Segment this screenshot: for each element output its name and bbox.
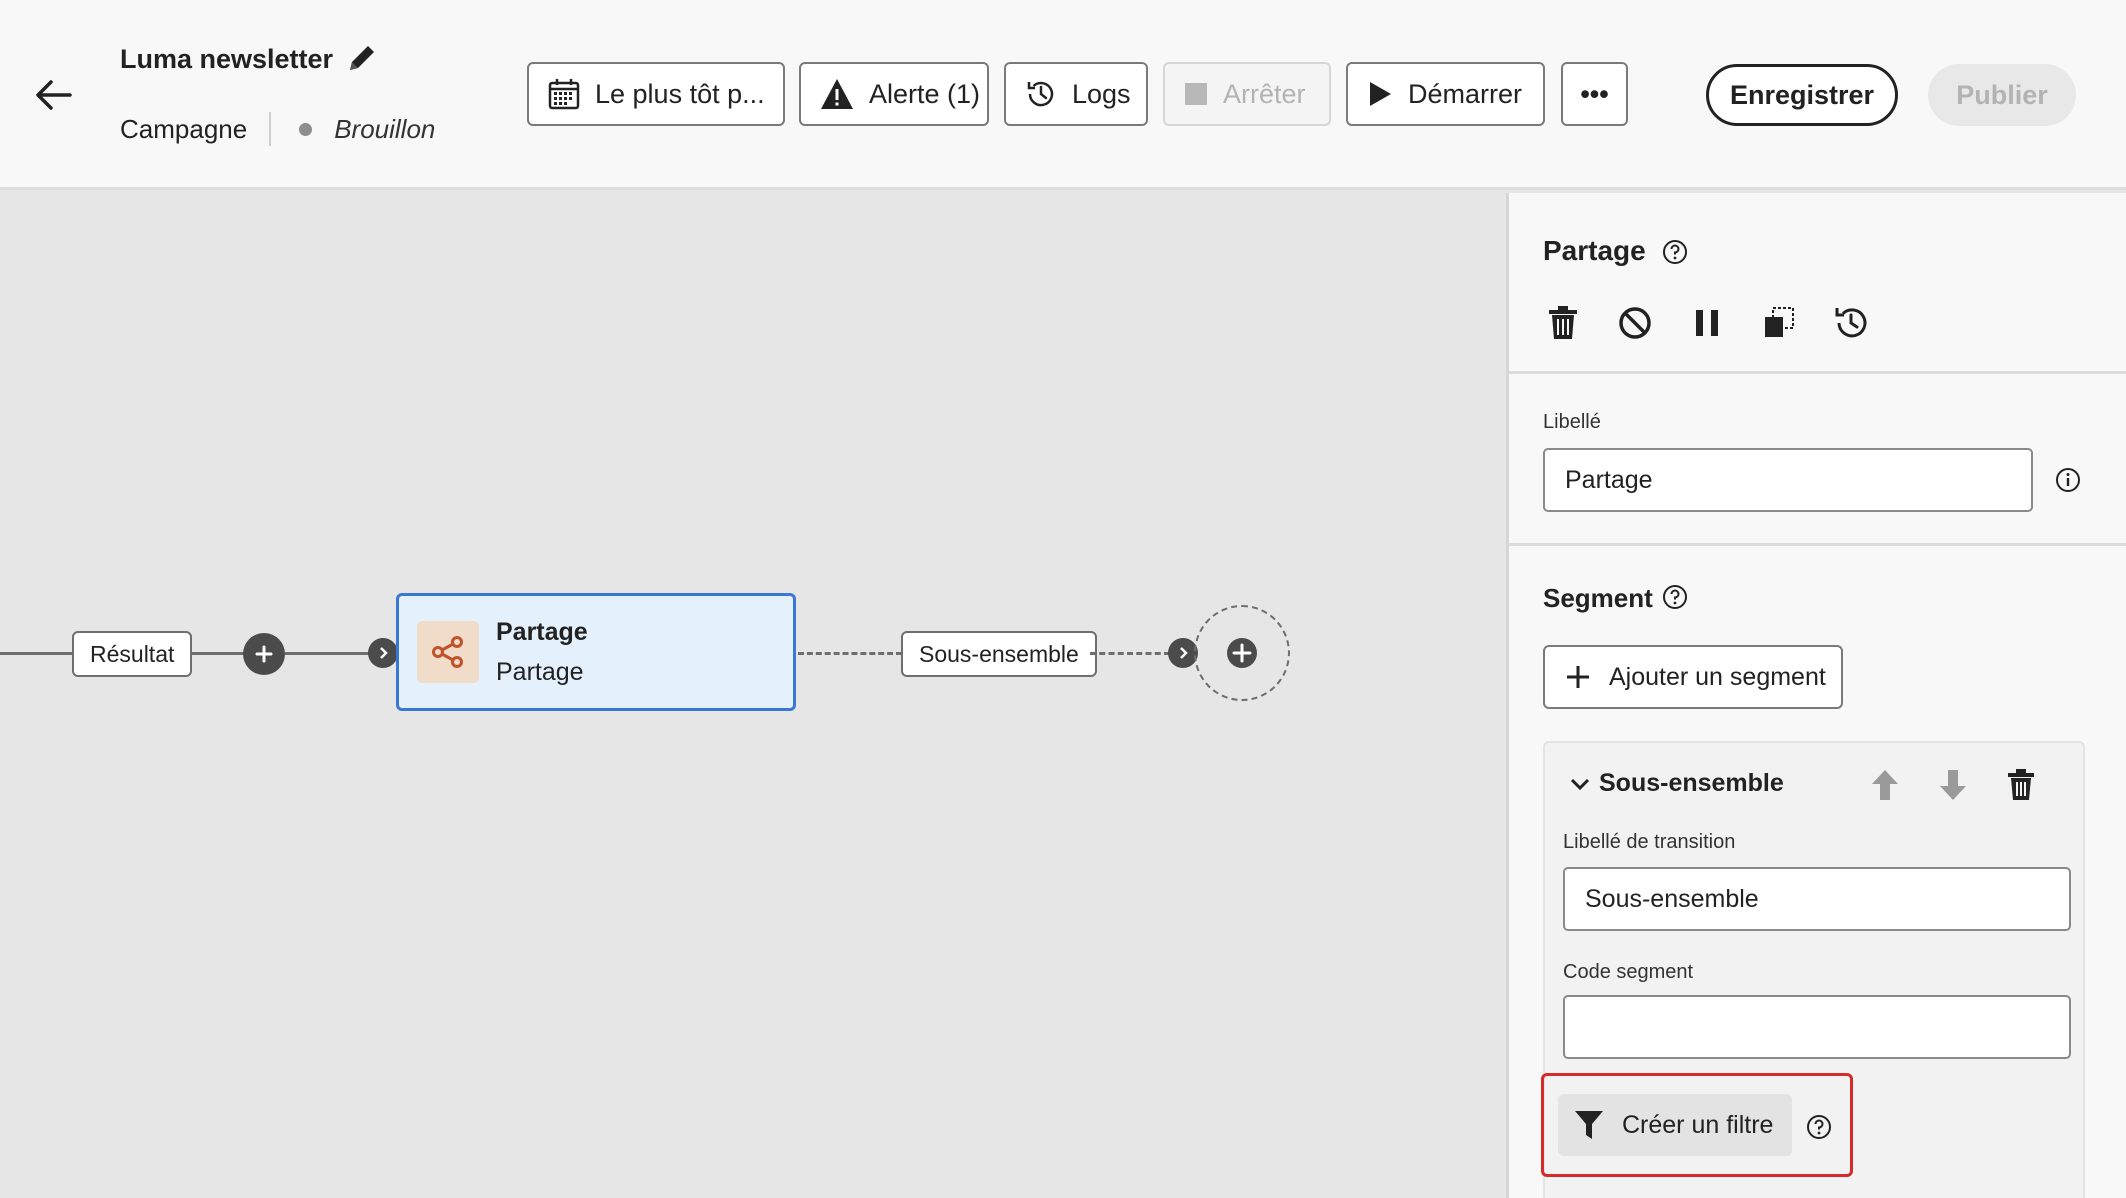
node-subtitle: Partage <box>496 658 584 686</box>
plus-circle-icon <box>1227 638 1257 668</box>
more-actions-button[interactable]: ••• <box>1561 62 1628 126</box>
alert-label: Alerte (1) <box>869 78 981 109</box>
pencil-icon[interactable] <box>344 40 380 76</box>
campaign-title: Luma newsletter <box>120 44 334 74</box>
add-segment-button[interactable]: Ajouter un segment <box>1543 645 1843 709</box>
segment-section-title: Segment <box>1543 583 1653 613</box>
properties-panel: Partage Libellé Partage Segment Ajouter … <box>1506 193 2126 1198</box>
logs-label: Logs <box>1072 78 1131 109</box>
move-down-arrow-icon[interactable] <box>1935 767 1971 803</box>
panel-divider <box>1509 371 2126 374</box>
segment-title: Sous-ensemble <box>1599 769 1784 797</box>
delete-segment-icon[interactable] <box>2003 767 2039 803</box>
segment-collapse-toggle[interactable]: Sous-ensemble <box>1569 769 1784 798</box>
delete-icon[interactable] <box>1543 303 1583 343</box>
play-icon <box>1370 82 1391 106</box>
warning-icon <box>821 79 853 109</box>
status-badge: Brouillon <box>334 113 436 144</box>
create-filter-label: Créer un filtre <box>1622 1110 1774 1139</box>
share-icon <box>417 621 479 683</box>
info-icon[interactable] <box>2055 467 2081 493</box>
start-button[interactable]: Démarrer <box>1346 62 1545 126</box>
status-dot <box>299 122 313 136</box>
help-icon[interactable] <box>1806 1114 1832 1140</box>
create-filter-button[interactable]: Créer un filtre <box>1558 1094 1792 1156</box>
meta-divider <box>269 112 272 146</box>
label-input[interactable]: Partage <box>1543 448 2033 512</box>
more-icon: ••• <box>1580 78 1609 109</box>
help-icon[interactable] <box>1662 584 1688 610</box>
connector-line <box>190 652 244 655</box>
node-title: Partage <box>496 618 588 646</box>
add-activity-button[interactable] <box>1194 605 1290 701</box>
transition-label-subset[interactable]: Sous-ensemble <box>901 631 1097 677</box>
filter-icon <box>1575 1111 1603 1139</box>
split-activity-node[interactable]: Partage Partage <box>396 593 796 711</box>
plus-icon <box>255 645 273 663</box>
panel-divider <box>1509 543 2126 546</box>
alert-button[interactable]: Alerte (1) <box>799 62 989 126</box>
schedule-button[interactable]: Le plus tôt p... <box>527 62 785 126</box>
stop-label: Arrêter <box>1223 78 1306 109</box>
start-label: Démarrer <box>1408 78 1523 109</box>
campaign-header: Luma newsletter Campagne Brouillon Le pl… <box>0 0 2126 190</box>
campaign-type: Campagne <box>120 113 248 144</box>
panel-title: Partage <box>1543 235 1646 266</box>
pause-icon[interactable] <box>1687 303 1727 343</box>
schedule-label: Le plus tôt p... <box>595 78 765 109</box>
insert-activity-button[interactable] <box>243 633 285 675</box>
save-button[interactable]: Enregistrer <box>1706 64 1898 126</box>
chevron-down-icon <box>1570 778 1590 790</box>
incoming-connector <box>0 652 72 655</box>
move-up-arrow-icon[interactable] <box>1867 767 1903 803</box>
label-field-label: Libellé <box>1543 411 1601 433</box>
workflow-canvas[interactable]: Résultat Partage Partage Sous-ensemble <box>0 193 1506 1198</box>
history-icon <box>1027 81 1054 107</box>
input-port-chevron-icon <box>368 638 398 668</box>
back-arrow-icon[interactable] <box>30 70 80 120</box>
stop-icon <box>1185 83 1207 105</box>
history-icon[interactable] <box>1831 303 1871 343</box>
dashed-connector <box>1090 652 1170 655</box>
copy-icon[interactable] <box>1759 303 1799 343</box>
dashed-connector <box>798 652 902 655</box>
disable-icon[interactable] <box>1615 303 1655 343</box>
calendar-icon <box>548 79 580 110</box>
help-icon[interactable] <box>1662 239 1688 265</box>
logs-button[interactable]: Logs <box>1004 62 1148 126</box>
publish-button[interactable]: Publier <box>1928 64 2076 126</box>
transition-label-input[interactable]: Sous-ensemble <box>1563 867 2071 931</box>
segment-code-input[interactable] <box>1563 995 2071 1059</box>
transition-label-result[interactable]: Résultat <box>72 631 193 677</box>
segment-code-label: Code segment <box>1563 961 1694 983</box>
segment-card: Sous-ensemble Libellé de transition Sous… <box>1541 741 2085 1198</box>
add-segment-label: Ajouter un segment <box>1609 662 1826 691</box>
campaign-meta: Campagne Brouillon <box>120 112 435 146</box>
highlight-box: Créer un filtre <box>1541 1073 1853 1177</box>
plus-icon <box>1567 666 1589 688</box>
stop-button[interactable]: Arrêter <box>1163 62 1331 126</box>
connector-line <box>285 652 369 655</box>
transition-label-label: Libellé de transition <box>1563 831 1736 853</box>
